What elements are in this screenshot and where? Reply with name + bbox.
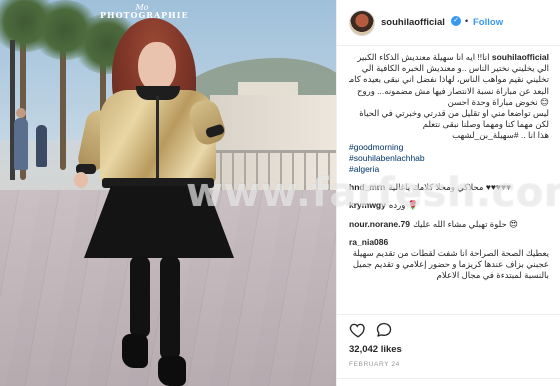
post-caption: souhilaofficial انا!! ايه انا سهيلة معند…	[349, 52, 549, 175]
post-header: souhilaofficial ✓ • Follow	[337, 0, 560, 46]
caption-text: انا!! ايه انا سهيلة معنديش الذكاء الكبير	[357, 52, 490, 62]
caption-username[interactable]: souhilaofficial	[492, 52, 549, 62]
zipper	[156, 96, 159, 182]
left-leg	[130, 256, 150, 338]
caption-line: souhilaofficial انا!! ايه انا سهيلة معند…	[349, 52, 549, 63]
header-username[interactable]: souhilaofficial	[381, 17, 445, 28]
heart-icon[interactable]	[349, 321, 367, 339]
likes-count[interactable]: 32,042 likes	[349, 344, 402, 355]
hashtag-link[interactable]: #souhilabenlachhab	[349, 153, 425, 163]
passerby	[14, 118, 28, 170]
site-watermark: www.farfesh.com	[186, 170, 560, 216]
comment-username[interactable]: nour.norane.79	[349, 219, 410, 229]
avatar[interactable]	[349, 10, 375, 36]
caption-line: هذا انا .. #سهيلة_بن_لشهب	[452, 130, 549, 141]
watermark-text: PHOTOGRAPHIE	[100, 10, 189, 20]
face	[138, 42, 176, 92]
right-boot	[158, 356, 186, 386]
post-date: FEBRUARY 24	[349, 361, 400, 368]
caption-line: لكن مهما كنا ومهما وصلنا نبقى نتعلم	[422, 119, 549, 130]
comment-item: ra_nia086 يعطيك الصحة الصراحة انا شفت لقط…	[349, 237, 549, 282]
caption-line: #goodmorning	[349, 142, 549, 153]
comment-icon[interactable]	[375, 321, 393, 339]
left-boot	[122, 334, 148, 368]
comment-text: يعطيك الصحة الصراحة انا شفت لقطات من تقد…	[352, 248, 549, 281]
comment-text: 😍 حلوة تهبلي مشاء الله عليك	[412, 218, 518, 229]
caption-line: 😊 نخوض مباراة وحدة احسن	[447, 96, 549, 107]
passerby-head	[16, 108, 26, 118]
header-separator: •	[465, 16, 469, 26]
caption-line: الي يخليني نختير الناس ..و معنديش الخبره…	[361, 63, 549, 74]
follow-button[interactable]: Follow	[473, 17, 503, 28]
caption-line: البعد عن مباراة نسبة الانتصار فيها مش مض…	[357, 85, 549, 96]
add-comment-area[interactable]	[337, 378, 560, 386]
caption-line: ليس تواضعا مني او تقليل من قدرتي وخبرتي …	[359, 108, 549, 119]
post-actions: 32,042 likes FEBRUARY 24	[337, 314, 560, 386]
left-hand	[74, 172, 88, 188]
right-leg	[160, 256, 180, 360]
verified-badge-icon: ✓	[451, 16, 461, 26]
comment-username[interactable]: ra_nia086	[349, 237, 388, 247]
hashtag-link[interactable]: #goodmorning	[349, 142, 403, 152]
caption-line: تخليني نقيم مواهب الناس، لهاذا نفضل اني …	[349, 74, 549, 85]
comment-item: nour.norane.79 😍 حلوة تهبلي مشاء الله علي…	[349, 219, 549, 230]
caption-line: #souhilabenlachhab	[349, 153, 549, 164]
passerby	[36, 125, 47, 167]
photographer-watermark: Mo PHOTOGRAPHIE	[100, 4, 189, 20]
